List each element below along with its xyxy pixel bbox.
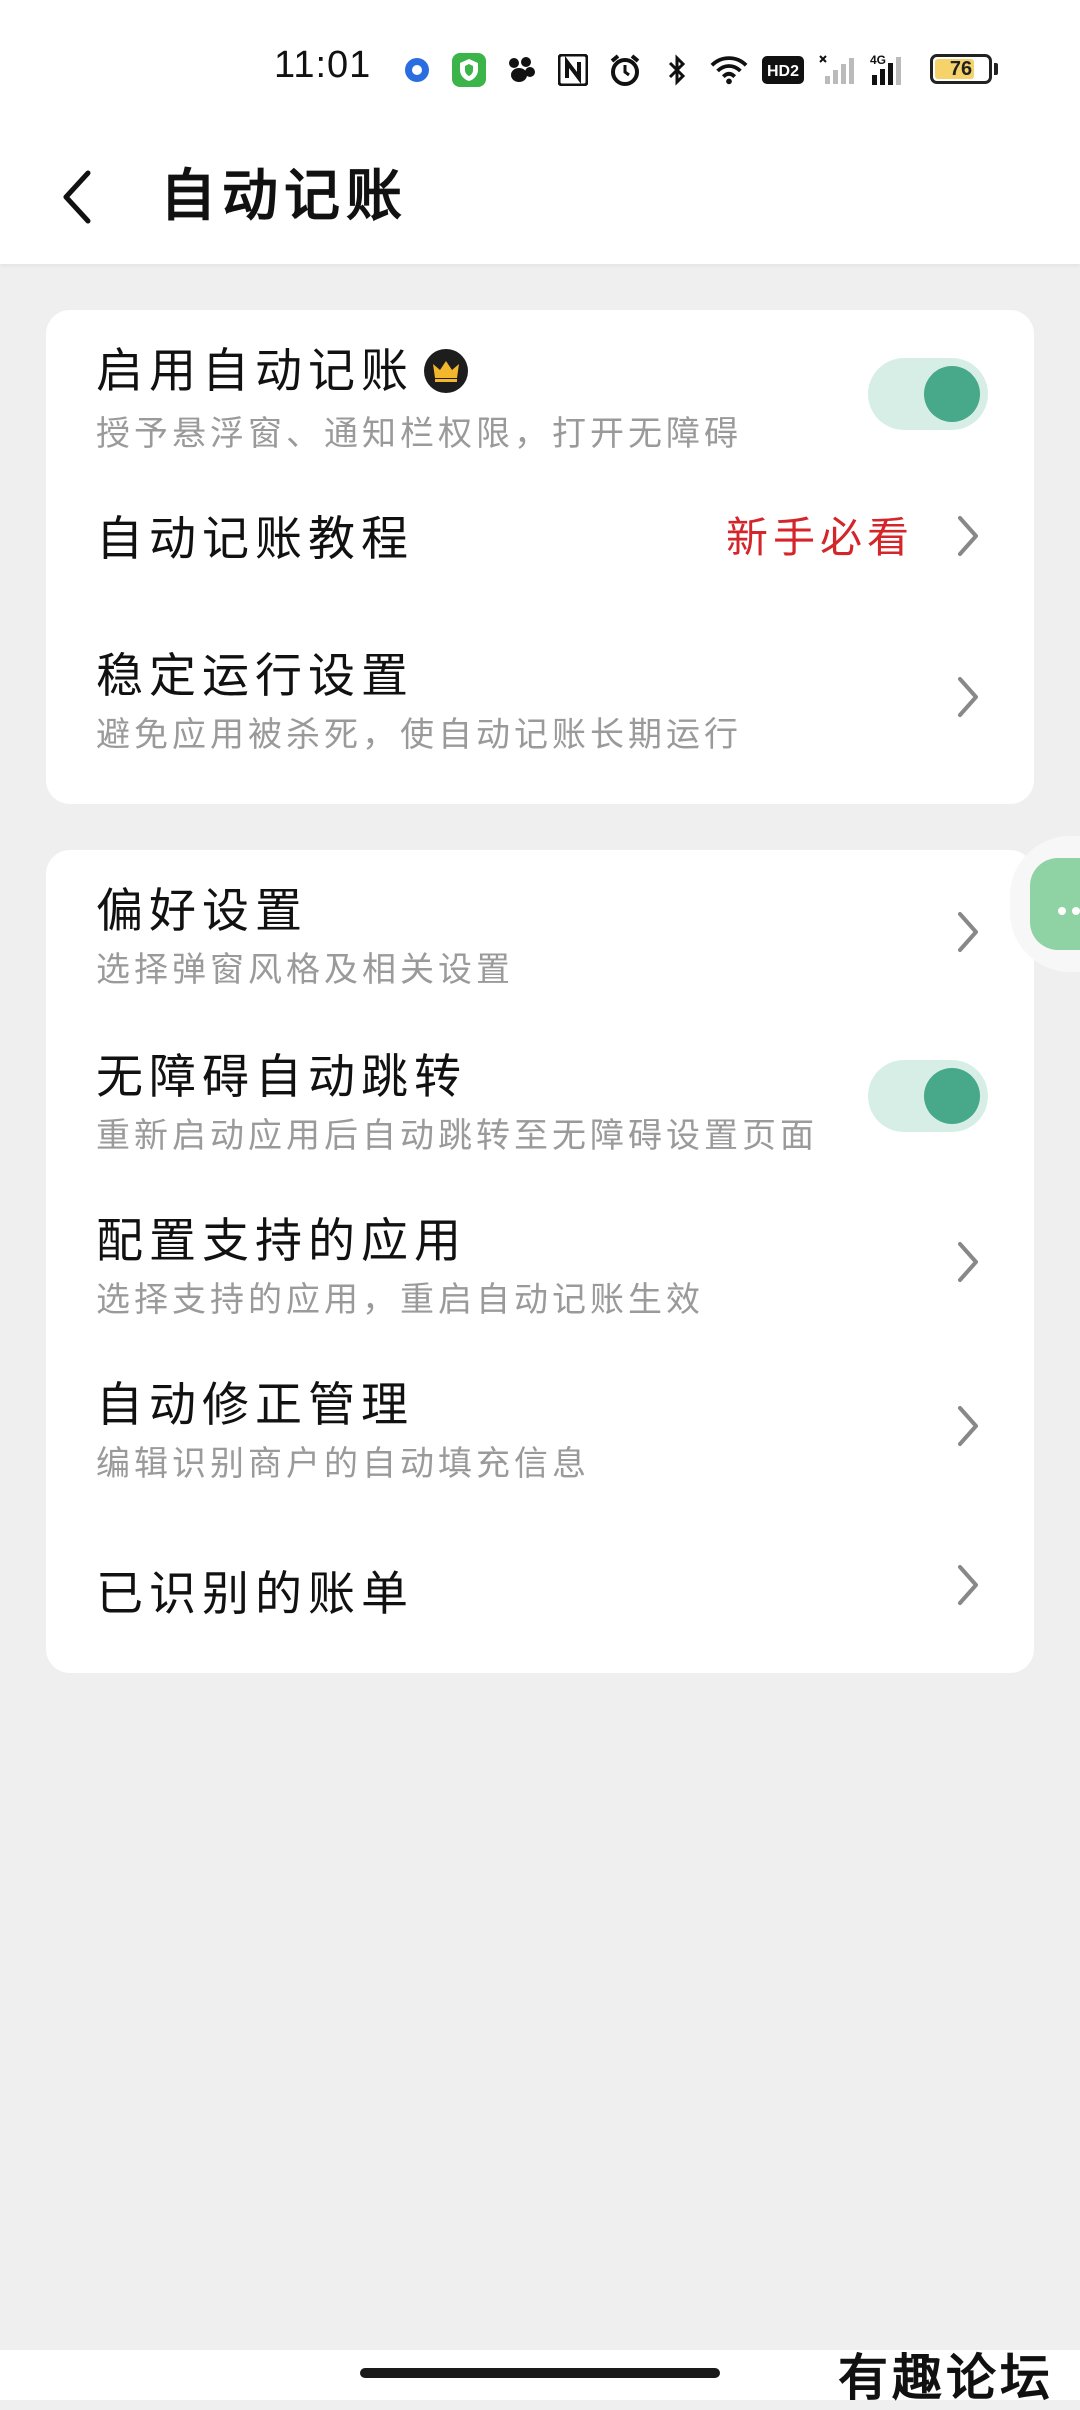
stable-subtitle: 避免应用被杀死，使自动记账长期运行 (96, 715, 742, 755)
wifi-icon (710, 51, 748, 89)
chevron-right-icon (958, 912, 978, 952)
battery-icon: 76 (930, 54, 992, 84)
page-title: 自动记账 (160, 164, 408, 229)
preference-title: 偏好设置 (96, 884, 308, 939)
newbie-must-see-tag: 新手必看 (725, 513, 914, 562)
more-dots-icon (1058, 900, 1080, 919)
alarm-icon (606, 51, 644, 89)
floating-side-button[interactable] (1030, 858, 1080, 950)
home-indicator[interactable] (360, 2368, 720, 2378)
toggle-knob (924, 1068, 980, 1124)
status-icons: HD2 4G (398, 48, 916, 92)
shield-app-icon (450, 51, 488, 89)
auto-fix-title: 自动修正管理 (96, 1378, 414, 1433)
auto-fix-management-row[interactable]: 自动修正管理 编辑识别商户的自动填充信息 (46, 1344, 1034, 1504)
watermark-text: 有趣论坛 (838, 2348, 1054, 2407)
chevron-right-icon (958, 1565, 978, 1605)
back-arrow-icon (63, 170, 91, 224)
back-button[interactable] (48, 162, 108, 232)
app-ring-icon (398, 51, 436, 89)
row-title-wrap: 启用自动记账 (96, 332, 468, 401)
hd-icon: HD2 (762, 51, 804, 89)
enable-auto-bookkeeping-toggle[interactable] (868, 358, 988, 430)
preference-subtitle: 选择弹窗风格及相关设置 (96, 950, 514, 990)
supported-apps-row[interactable]: 配置支持的应用 选择支持的应用，重启自动记账生效 (46, 1180, 1034, 1340)
accessibility-jump-title: 无障碍自动跳转 (96, 1050, 467, 1105)
enable-title: 启用自动记账 (96, 344, 414, 399)
paw-icon (502, 51, 540, 89)
stable-run-settings-row[interactable]: 稳定运行设置 避免应用被杀死，使自动记账长期运行 (46, 615, 1034, 795)
crown-icon (424, 348, 468, 393)
tutorial-title: 自动记账教程 (96, 512, 414, 567)
preference-settings-row[interactable]: 偏好设置 选择弹窗风格及相关设置 (46, 850, 1034, 1010)
network-label: 4G (870, 53, 886, 67)
bluetooth-icon (658, 51, 696, 89)
accessibility-jump-subtitle: 重新启动应用后自动跳转至无障碍设置页面 (96, 1116, 818, 1156)
enable-subtitle: 授予悬浮窗、通知栏权限，打开无障碍 (96, 414, 742, 454)
signal-4g-icon: 4G (870, 51, 916, 89)
recognized-bills-row[interactable]: 已识别的账单 (46, 1515, 1034, 1655)
accessibility-auto-jump-toggle[interactable] (868, 1060, 988, 1132)
settings-card-main: 启用自动记账 授予悬浮窗、通知栏权限，打开无障碍 自动记账教程 新手必看 稳定运… (46, 310, 1034, 804)
status-time: 11:01 (274, 44, 372, 86)
recognized-bills-title: 已识别的账单 (96, 1567, 414, 1622)
enable-auto-bookkeeping-row: 启用自动记账 授予悬浮窗、通知栏权限，打开无障碍 (46, 310, 1034, 460)
accessibility-auto-jump-row: 无障碍自动跳转 重新启动应用后自动跳转至无障碍设置页面 (46, 1016, 1034, 1176)
app-header: 自动记账 (0, 140, 1080, 264)
chevron-right-icon (958, 516, 978, 556)
stable-title: 稳定运行设置 (96, 649, 414, 704)
supported-apps-title: 配置支持的应用 (96, 1214, 467, 1269)
toggle-knob (924, 366, 980, 422)
battery-level: 76 (949, 57, 973, 80)
nfc-icon (554, 51, 592, 89)
signal-x-icon (818, 51, 856, 89)
supported-apps-subtitle: 选择支持的应用，重启自动记账生效 (96, 1280, 704, 1320)
tutorial-row[interactable]: 自动记账教程 新手必看 (46, 470, 1034, 600)
chevron-right-icon (958, 1406, 978, 1446)
battery-cap (994, 63, 998, 75)
hd-label: HD2 (767, 63, 799, 80)
settings-card-advanced: 偏好设置 选择弹窗风格及相关设置 无障碍自动跳转 重新启动应用后自动跳转至无障碍… (46, 850, 1034, 1673)
status-bar: 11:01 HD2 4G 76 (0, 0, 1080, 140)
auto-fix-subtitle: 编辑识别商户的自动填充信息 (96, 1444, 590, 1484)
chevron-right-icon (958, 1242, 978, 1282)
chevron-right-icon (958, 677, 978, 717)
